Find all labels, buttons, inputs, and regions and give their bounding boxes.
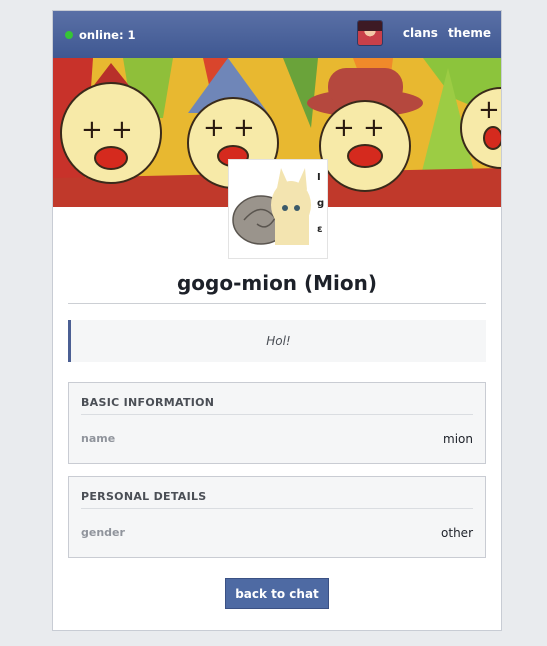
user-avatar[interactable] (356, 20, 383, 46)
top-bar: online: 1 clans theme (53, 11, 501, 58)
field-label-name: name (81, 432, 116, 445)
svg-text:+: + (478, 95, 500, 125)
svg-text:g: g (317, 198, 324, 209)
svg-text:+ +: + + (81, 115, 133, 145)
basic-information-section: BASIC INFORMATION name mion (68, 382, 486, 464)
section-divider (81, 508, 473, 509)
svg-text:I: I (317, 172, 321, 183)
svg-text:+ +: + + (203, 113, 255, 143)
profile-avatar-image[interactable]: I g ε (228, 159, 328, 259)
field-label-gender: gender (81, 526, 125, 539)
online-status-dot-icon (65, 31, 73, 39)
svg-text:+ +: + + (333, 113, 385, 143)
section-title: PERSONAL DETAILS (81, 490, 207, 503)
nav-clans-link[interactable]: clans (403, 26, 438, 40)
section-divider (81, 414, 473, 415)
online-indicator: online: 1 (65, 28, 136, 42)
profile-username: gogo-mion (Mion) (176, 271, 378, 295)
header-divider (68, 303, 486, 304)
field-value-gender: other (441, 526, 473, 540)
personal-details-section: PERSONAL DETAILS gender other (68, 476, 486, 558)
status-message-text: Hol! (266, 334, 291, 348)
nav-theme-link[interactable]: theme (448, 26, 491, 40)
field-value-name: mion (443, 432, 473, 446)
status-message-box: Hol! (68, 320, 486, 362)
back-to-chat-button[interactable]: back to chat (225, 578, 329, 609)
top-nav: clans theme (356, 19, 491, 47)
profile-card: online: 1 clans theme + + + + + + + I g … (52, 10, 502, 631)
section-title: BASIC INFORMATION (81, 396, 215, 409)
svg-text:ε: ε (317, 224, 323, 235)
online-count: online: 1 (79, 28, 136, 42)
